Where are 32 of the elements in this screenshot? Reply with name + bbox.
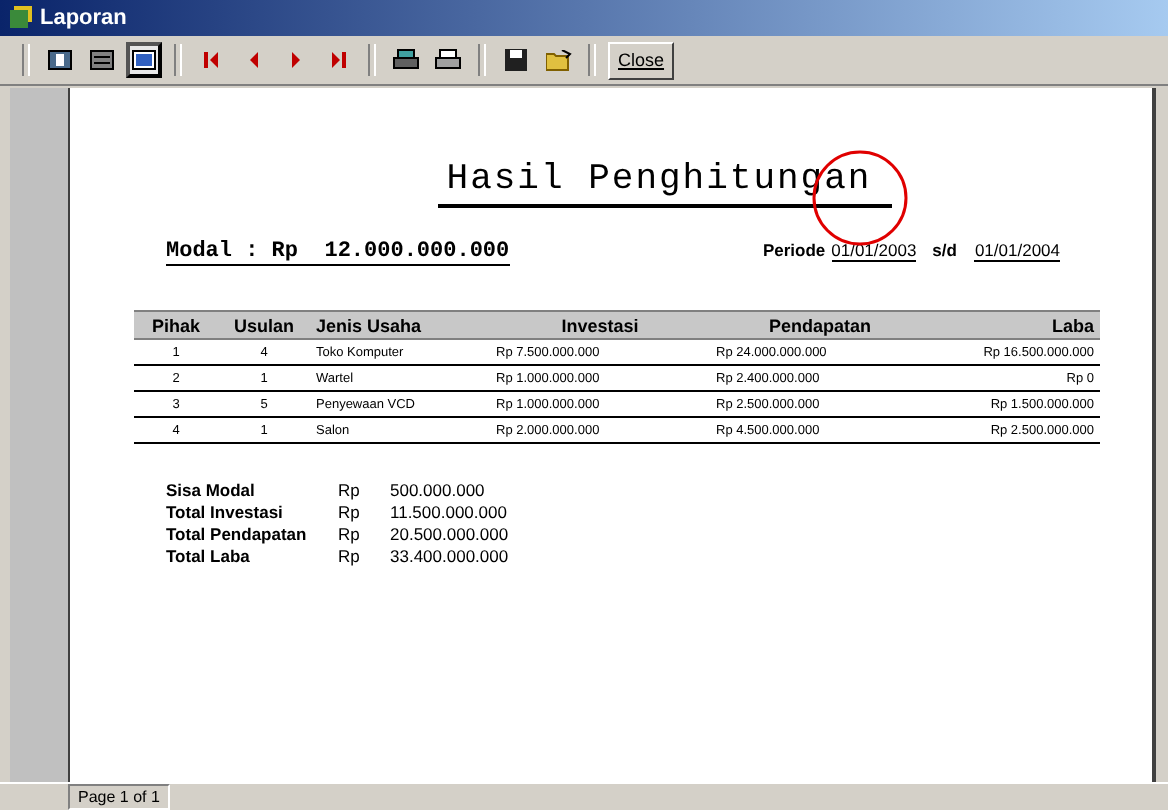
skip-back-icon (204, 52, 220, 68)
period-end: 01/01/2004 (974, 240, 1060, 262)
zoom-button[interactable] (126, 42, 162, 78)
column-header: Laba (1049, 315, 1096, 335)
app-icon (8, 6, 32, 30)
summary-label: Sisa Modal (166, 480, 257, 500)
summary-value: 33.400.000.000 (390, 546, 509, 566)
summary-value: 20.500.000.000 (390, 524, 509, 544)
period-label: Periode (762, 240, 826, 260)
summary-value: 500.000.000 (390, 480, 487, 500)
period-separator: s/d (932, 240, 957, 260)
column-header: Pihak (149, 315, 202, 335)
column-header: Pendapatan (766, 315, 873, 335)
capital-text: Modal : Rp 12.000.000.000 (166, 240, 510, 266)
period-start: 01/01/2003 (831, 240, 917, 262)
status-text: Page 1 of 1 (68, 784, 170, 810)
currency-text: Rp (338, 502, 362, 522)
summary-value: 11.500.000.000 (390, 502, 509, 522)
close-button[interactable]: Close (608, 41, 675, 79)
column-header: Jenis Usaha (314, 315, 424, 335)
triangle-right-icon (290, 52, 302, 68)
column-header: Usulan (231, 315, 296, 335)
triangle-left-icon (248, 52, 260, 68)
window-title: Laporan (40, 6, 127, 30)
summary-label: Total Investasi (166, 502, 285, 522)
currency-text: Rp (338, 546, 362, 566)
currency-text: Rp (338, 480, 362, 500)
skip-forward-icon (330, 52, 346, 68)
column-header: Investasi (559, 315, 641, 335)
summary-label: Total Laba (166, 546, 252, 566)
currency-text: Rp (338, 524, 362, 544)
summary-label: Total Pendapatan (166, 524, 309, 544)
